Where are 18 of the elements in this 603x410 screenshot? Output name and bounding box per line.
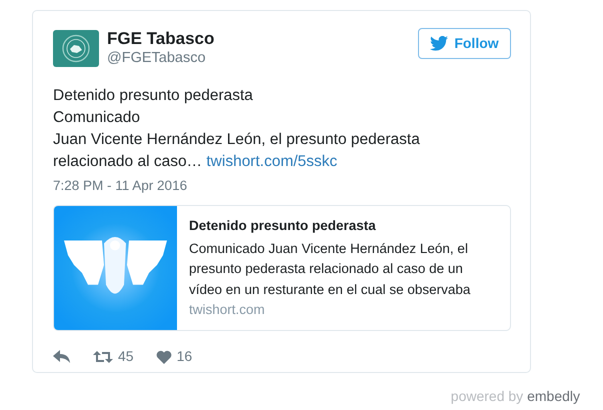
bird-icon [430,36,448,51]
like-count: 16 [176,347,192,366]
tweet-link[interactable]: twishort.com/5sskc [206,153,338,170]
account-name[interactable]: FGE Tabasco [107,28,214,49]
retweet-count: 45 [118,347,134,366]
account-handle[interactable]: @FGETabasco [107,49,214,67]
card-description: Comunicado Juan Vicente Hernández León, el presunto pederasta relacionado al caso de un vídeo en un resturante en el cual se observaba [189,240,472,299]
timestamp[interactable]: 7:28 PM - 11 Apr 2016 [53,176,511,196]
card-domain: twishort.com [189,301,266,320]
heart-icon[interactable] [156,350,172,364]
follow-button[interactable]: Follow [418,28,511,59]
retweet-icon[interactable] [93,350,113,364]
reply-icon[interactable] [53,350,71,364]
brand-name[interactable]: embedly [527,388,580,404]
avatar-emblem-icon [53,30,99,67]
card-title: Detenido presunto pederasta [189,217,377,236]
tweet-text: Detenido presunto pederasta Comunicado Juan Vicente Hernández León, el presunto pederasta relacionado al caso… twishort.com/5sskc [53,86,421,172]
link-card[interactable]: Detenido presunto pederasta Comunicado Juan Vicente Hernández León, el presunto pederasta relacionado al caso de un vídeo en un resturante en el cual se observaba twishort.com [53,205,511,332]
